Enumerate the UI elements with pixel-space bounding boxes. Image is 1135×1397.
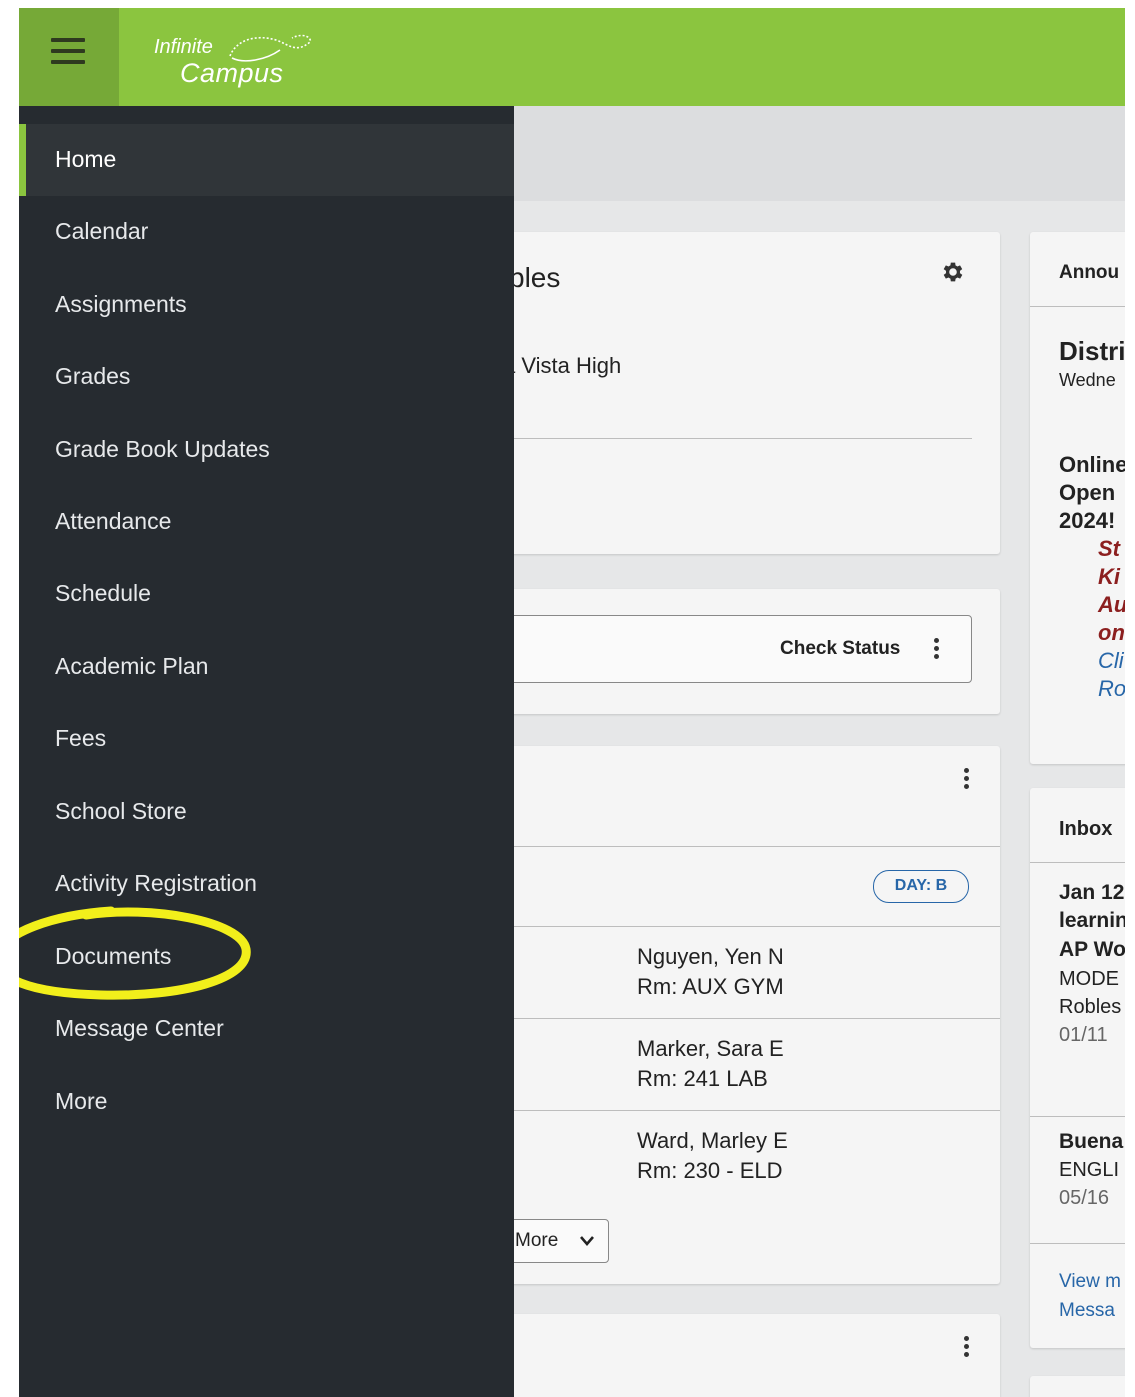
nav-item-label: Attendance [55,508,172,534]
highlight-circle-annotation [19,906,251,1000]
inbox-message[interactable]: Jan 12 learnin AP Wo MODE Robles 01/11 [1030,863,1125,1113]
nav-item-grade-book-updates[interactable]: Grade Book Updates [19,414,514,486]
bottom-card-more-icon[interactable] [964,1336,970,1360]
announcement-text: Online [1059,452,1125,477]
nav-item-label: Grade Book Updates [55,436,270,462]
view-messages-link[interactable]: Messa [1059,1300,1115,1322]
view-messages-link[interactable]: View m [1059,1271,1121,1293]
message-date: 01/11 [1059,1024,1108,1046]
nav-item-label: Fees [55,725,107,751]
teacher-name: Ward, Marley E [637,1128,788,1153]
partial-card [1030,1376,1125,1397]
more-button-label: More [515,1230,559,1251]
nav-item-home[interactable]: Home [19,124,514,196]
announcement-highlight: St [1098,536,1120,561]
room-label: Rm: 241 LAB [637,1066,768,1091]
announcement-highlight: Au [1098,592,1125,617]
schedule-more-button[interactable]: More [504,1219,609,1263]
check-status-button[interactable]: Check Status [780,638,900,660]
inbox-card: Inbox Jan 12 learnin AP Wo MODE Robles 0… [1030,788,1125,1348]
chevron-down-icon [580,1236,594,1246]
logo-text-top: Infinite [154,36,213,58]
nav-item-label: Calendar [55,218,149,244]
message-subject: AP Wo [1059,938,1125,961]
top-bar: Infinite Campus [19,8,1125,106]
message-sender: Robles [1059,996,1122,1018]
nav-item-label: More [55,1088,108,1114]
message-course: MODE [1059,968,1119,990]
status-more-icon[interactable] [934,638,940,662]
school-name: a Vista High [503,353,622,378]
announcement-highlight: Ki [1098,564,1120,589]
teacher-name: Marker, Sara E [637,1036,784,1061]
announcement-text: Open [1059,480,1116,505]
inbox-divider [1030,1243,1125,1244]
announcement-link[interactable]: Cli [1098,648,1124,674]
nav-item-assignments[interactable]: Assignments [19,269,514,341]
announcement-text: 2024! [1059,508,1116,533]
room-label: Rm: AUX GYM [637,974,784,999]
nav-item-label: Schedule [55,580,151,606]
teacher-name: Nguyen, Yen N [637,944,784,969]
gear-icon[interactable] [940,259,966,285]
message-subject: Buena [1059,1130,1124,1153]
menu-button[interactable] [19,8,119,106]
announcement-title: Distri [1059,336,1125,366]
day-badge: DAY: B [873,870,969,903]
announcements-divider [1030,306,1125,307]
app-frame: Infinite Campus bles a Vista High Check … [19,8,1125,1397]
logo-swoosh-icon [229,34,312,62]
nav-item-academic-plan[interactable]: Academic Plan [19,631,514,703]
nav-item-label: Grades [55,363,131,389]
message-course: ENGLI [1059,1159,1120,1181]
student-name: bles [509,262,561,293]
nav-item-attendance[interactable]: Attendance [19,486,514,558]
announcement-link[interactable]: Ro [1098,676,1125,702]
nav-item-calendar[interactable]: Calendar [19,196,514,268]
hamburger-icon [51,38,85,72]
message-date: 05/16 [1059,1187,1110,1209]
nav-item-label: Assignments [55,291,187,317]
nav-item-grades[interactable]: Grades [19,341,514,413]
nav-item-label: Home [55,146,117,172]
message-subject: learnin [1059,909,1125,932]
nav-item-more[interactable]: More [19,1066,514,1138]
nav-item-label: Activity Registration [55,870,257,896]
room-label: Rm: 230 - ELD [637,1158,783,1183]
nav-item-schedule[interactable]: Schedule [19,558,514,630]
announcement-highlight: on [1098,620,1125,645]
nav-item-label: Academic Plan [55,653,209,679]
nav-drawer: Home Calendar Assignments Grades Grade B… [19,106,514,1397]
nav-item-label: School Store [55,798,187,824]
infinite-campus-logo[interactable]: Infinite Campus [154,30,324,90]
announcement-date: Wedne [1059,370,1116,390]
nav-item-fees[interactable]: Fees [19,703,514,775]
inbox-header: Inbox [1059,818,1113,840]
announcements-card: Annou Distri Wedne Online Open 2024! St … [1030,232,1125,764]
nav-item-school-store[interactable]: School Store [19,776,514,848]
message-subject: Jan 12 [1059,881,1125,904]
announcements-header: Annou [1059,262,1120,283]
schedule-more-icon[interactable] [964,768,970,792]
inbox-message[interactable]: Buena ENGLI 05/16 [1030,1117,1125,1237]
nav-item-label: Message Center [55,1015,224,1041]
